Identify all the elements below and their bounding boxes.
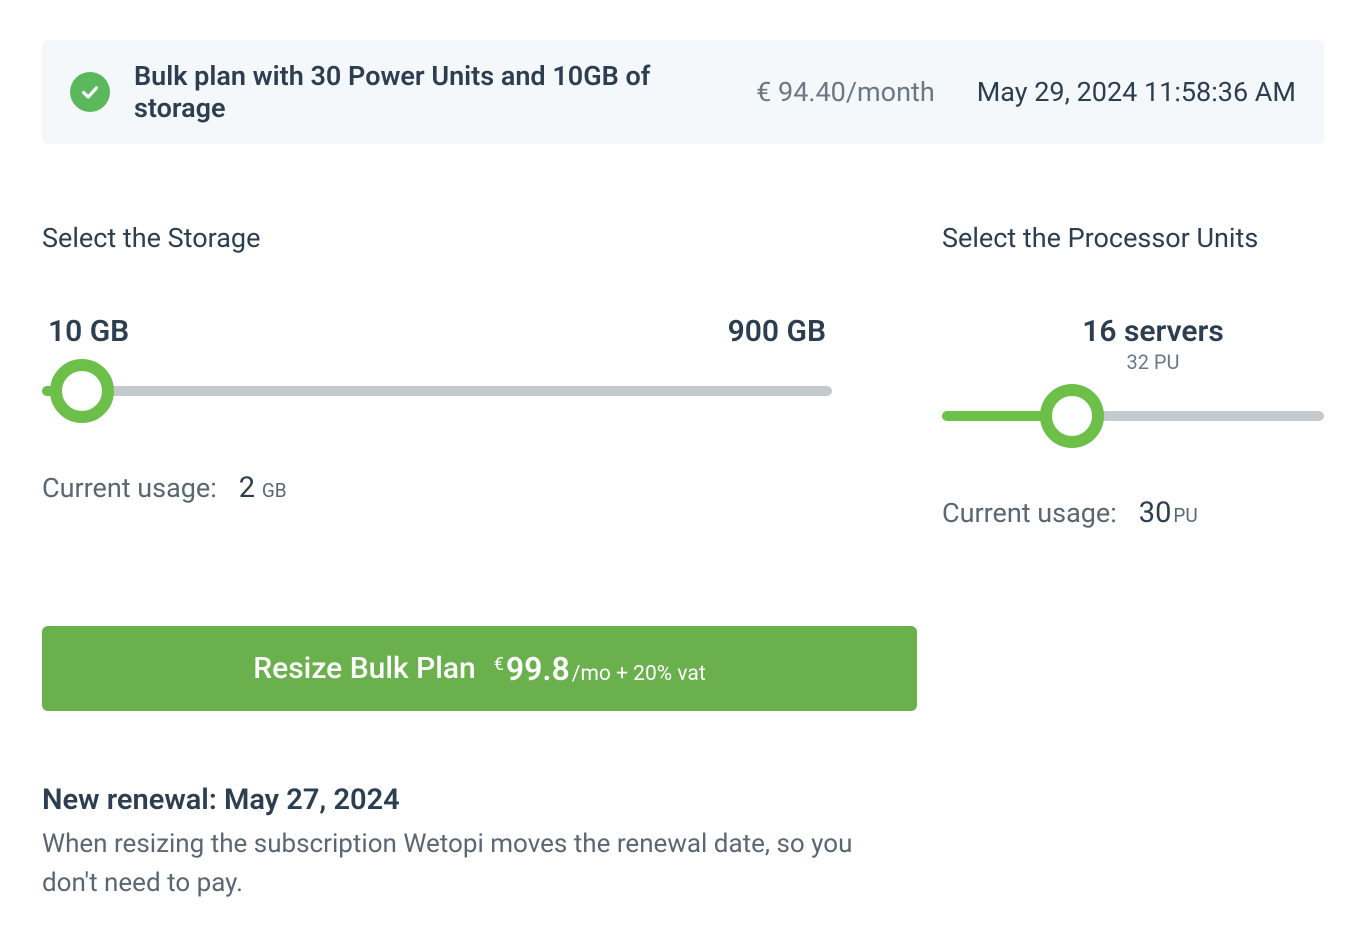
plan-title: Bulk plan with 30 Power Units and 10GB o… — [134, 60, 732, 124]
storage-max: 900 GB — [728, 314, 826, 349]
storage-section: Select the Storage 10 GB 900 GB Current … — [42, 222, 832, 530]
storage-title: Select the Storage — [42, 222, 832, 254]
storage-min: 10 GB — [48, 314, 129, 349]
plan-banner: Bulk plan with 30 Power Units and 10GB o… — [42, 40, 1324, 144]
storage-usage-value: 2 — [239, 471, 255, 505]
check-circle-icon — [70, 72, 110, 112]
resize-price: 99.8 — [506, 650, 570, 688]
resize-label: Resize Bulk Plan — [253, 651, 475, 686]
storage-slider-labels: 10 GB 900 GB — [42, 314, 832, 349]
plan-price: € 94.40/month — [756, 76, 935, 108]
pu-slider-thumb[interactable] — [1040, 384, 1104, 448]
pu-title: Select the Processor Units — [942, 222, 1324, 254]
storage-usage-label: Current usage: — [42, 472, 217, 504]
pu-section: Select the Processor Units 16 servers 32… — [942, 222, 1324, 530]
resize-button[interactable]: Resize Bulk Plan € 99.8 /mo + 20% vat — [42, 626, 917, 711]
resize-suffix: /mo + 20% vat — [572, 662, 706, 686]
pu-count: 32 PU — [1126, 350, 1179, 374]
pu-servers: 16 servers — [1082, 314, 1224, 350]
pu-usage-label: Current usage: — [942, 497, 1117, 529]
renewal-section: New renewal: May 27, 2024 When resizing … — [42, 783, 1324, 903]
storage-slider[interactable] — [42, 359, 832, 423]
resize-currency: € — [494, 654, 504, 675]
storage-usage-unit: GB — [257, 479, 287, 502]
pu-usage: Current usage: 30PU — [942, 496, 1324, 530]
renewal-desc: When resizing the subscription Wetopi mo… — [42, 825, 862, 903]
pu-usage-unit: PU — [1173, 504, 1197, 527]
storage-usage: Current usage: 2 GB — [42, 471, 832, 505]
renewal-title: New renewal: May 27, 2024 — [42, 783, 1324, 817]
plan-date: May 29, 2024 11:58:36 AM — [977, 76, 1296, 108]
storage-slider-thumb[interactable] — [50, 359, 114, 423]
pu-usage-value: 30 — [1139, 496, 1172, 530]
pu-slider-labels: 16 servers 32 PU — [982, 314, 1324, 374]
pu-slider[interactable] — [942, 384, 1324, 448]
